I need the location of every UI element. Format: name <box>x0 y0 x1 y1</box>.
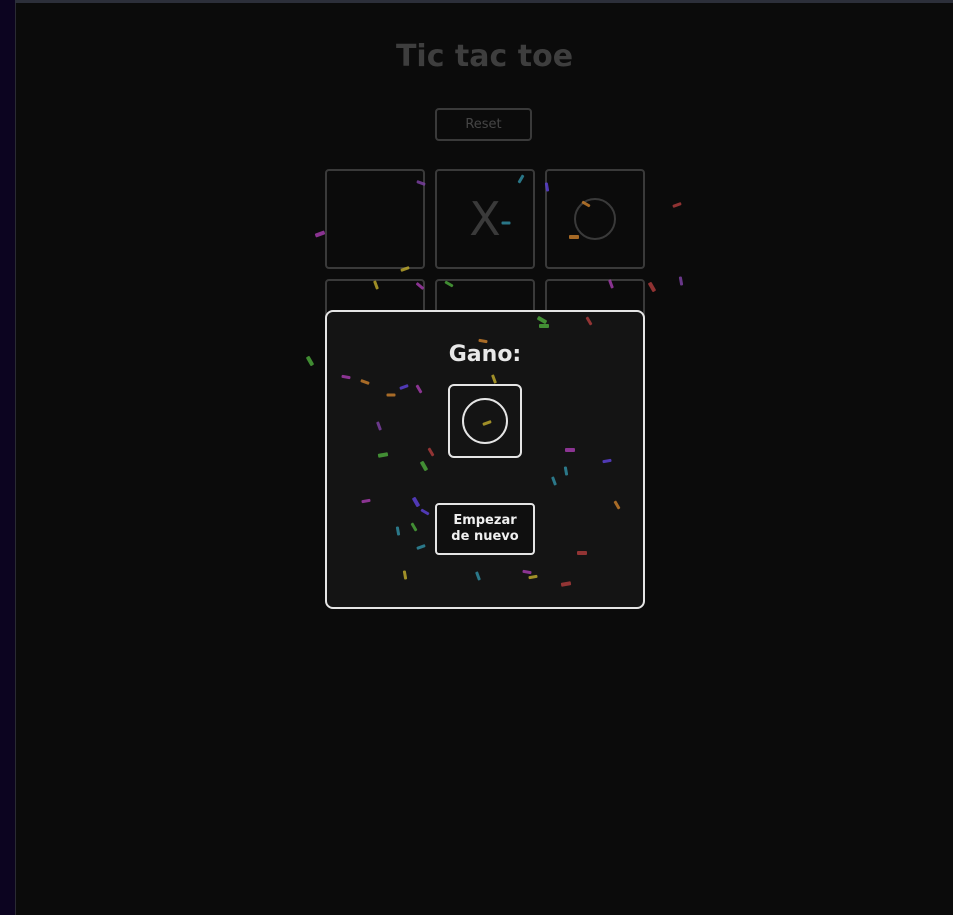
winner-title: Gano: <box>448 342 522 367</box>
board-cell[interactable] <box>325 169 425 269</box>
winner-dialog: Gano: Empezar de nuevo <box>325 310 645 609</box>
reset-button[interactable]: Reset <box>435 108 532 141</box>
x-mark-icon: X <box>469 192 501 246</box>
winner-mark-box <box>448 384 522 458</box>
restart-button[interactable]: Empezar de nuevo <box>435 503 535 555</box>
page-title: Tic tac toe <box>395 39 574 74</box>
board-cell[interactable]: X <box>435 169 535 269</box>
o-mark-icon <box>462 398 508 444</box>
o-mark-icon <box>574 198 616 240</box>
window-edge <box>0 0 16 915</box>
board-cell[interactable] <box>545 169 645 269</box>
